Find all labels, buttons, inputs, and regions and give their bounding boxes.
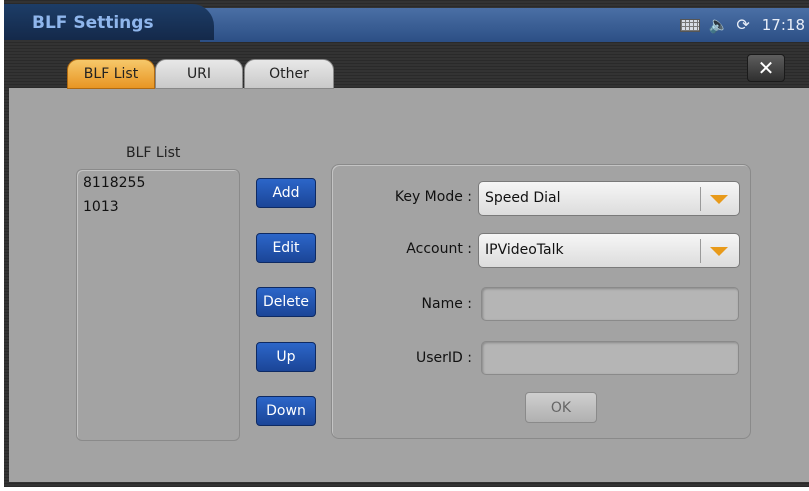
down-button[interactable]: Down <box>256 396 316 426</box>
ok-button[interactable]: OK <box>525 392 597 423</box>
blf-list-title: BLF List <box>126 145 181 161</box>
key-mode-value: Speed Dial <box>485 190 561 206</box>
key-mode-select[interactable]: Speed Dial <box>478 181 740 216</box>
userid-field[interactable] <box>481 341 739 375</box>
keyboard-icon[interactable] <box>680 18 701 32</box>
tab-uri[interactable]: URI <box>155 59 243 89</box>
userid-label: UserID : <box>416 350 472 366</box>
chevron-down-icon[interactable] <box>710 247 728 256</box>
select-divider <box>700 187 701 211</box>
sync-icon[interactable]: ⟳ <box>736 17 749 33</box>
status-area: 🔈 ⟳ 17:18 <box>680 8 809 42</box>
window-title: BLF Settings <box>32 13 154 33</box>
list-item[interactable]: 8118255 <box>83 175 145 191</box>
name-field[interactable] <box>481 287 739 321</box>
name-label: Name : <box>421 296 472 312</box>
tab-other[interactable]: Other <box>244 59 334 89</box>
close-button[interactable]: ✕ <box>747 54 785 82</box>
edit-button[interactable]: Edit <box>256 233 316 263</box>
blf-list-box[interactable]: 8118255 1013 <box>76 169 240 441</box>
screen: BLF Settings 🔈 ⟳ 17:18 BLF List URI Othe… <box>0 0 809 491</box>
tab-blf-list[interactable]: BLF List <box>67 59 155 89</box>
title-tab: BLF Settings <box>4 4 214 40</box>
account-value: IPVideoTalk <box>485 242 564 258</box>
up-button[interactable]: Up <box>256 342 316 372</box>
volume-icon[interactable]: 🔈 <box>708 17 728 33</box>
select-divider <box>700 239 701 263</box>
add-button[interactable]: Add <box>256 178 316 208</box>
key-mode-label: Key Mode : <box>394 189 472 205</box>
list-item[interactable]: 1013 <box>83 199 119 215</box>
delete-button[interactable]: Delete <box>256 287 316 317</box>
account-select[interactable]: IPVideoTalk <box>478 233 740 268</box>
clock: 17:18 <box>761 16 805 34</box>
account-label: Account : <box>406 241 472 257</box>
chevron-down-icon[interactable] <box>710 195 728 204</box>
